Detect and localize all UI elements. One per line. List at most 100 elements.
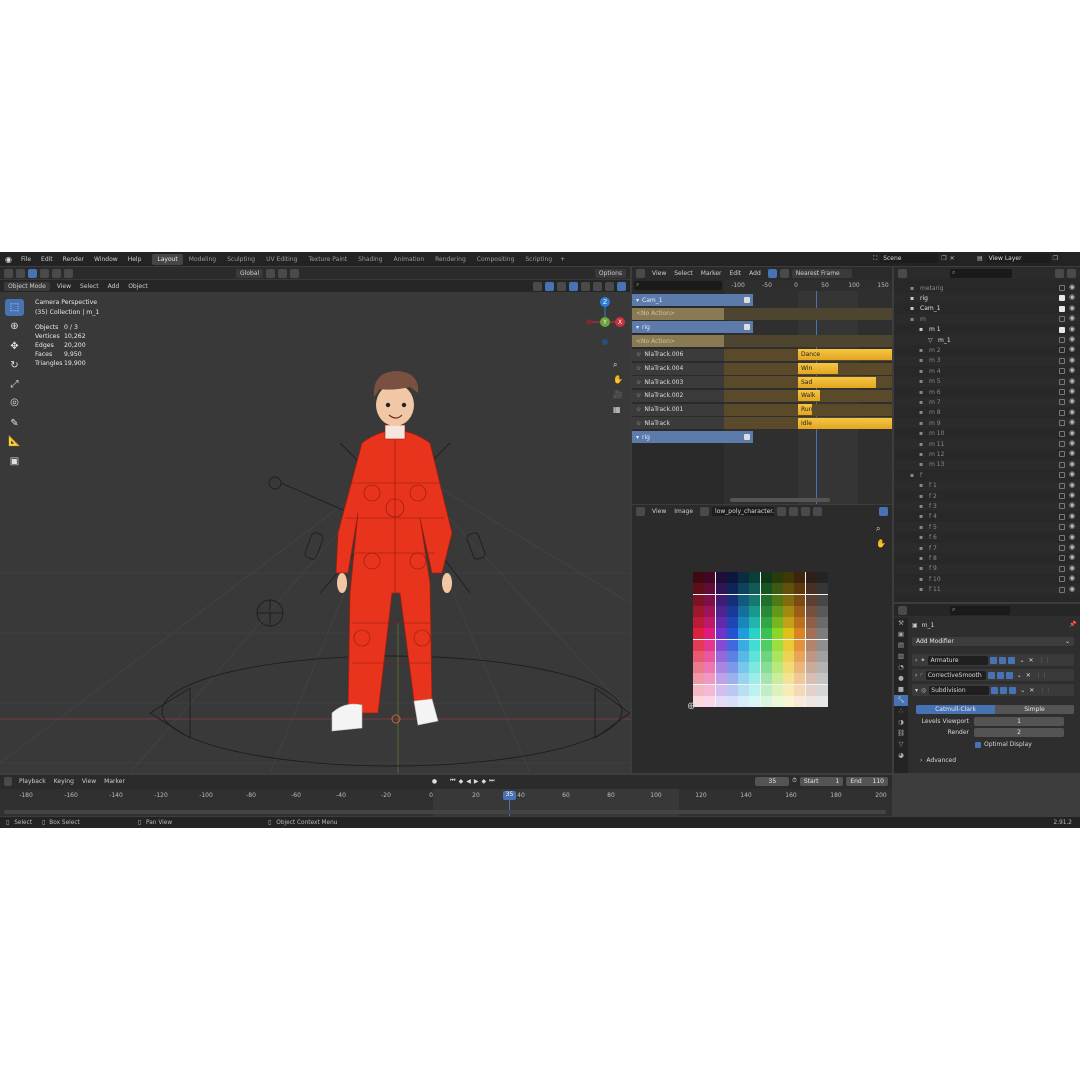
exclude-checkbox[interactable] — [1059, 295, 1065, 302]
view-layer-copy-icon[interactable]: ❐ — [1053, 255, 1058, 262]
outliner-row[interactable]: ▪ m 7 ◉ — [894, 397, 1080, 408]
modifier-name-field[interactable]: Armature — [928, 655, 989, 665]
catmull-clark-button[interactable]: Catmull-Clark — [916, 704, 995, 714]
timeline-current-frame[interactable]: 35 — [503, 791, 516, 800]
workspace-tab-sculpting[interactable]: Sculpting — [222, 254, 260, 265]
modifier-remove-icon[interactable]: ✕ — [1029, 687, 1034, 694]
jump-keyframe-forward-icon[interactable]: ◆ — [481, 778, 486, 785]
shading-material-icon[interactable] — [605, 281, 614, 291]
nla-track-row[interactable]: ▾ rig — [632, 431, 892, 443]
scene-selector[interactable]: ⛶ Scene ❐ ✕ — [873, 254, 955, 263]
viewport-menu-add[interactable]: Add — [104, 282, 124, 291]
exclude-checkbox[interactable] — [1059, 545, 1065, 551]
image-close-icon[interactable] — [813, 506, 823, 516]
image-copy-icon[interactable] — [789, 506, 799, 516]
visibility-eye-icon[interactable]: ◉ — [1069, 418, 1075, 426]
modifier-expand-icon[interactable]: › — [915, 672, 917, 679]
output-tab-icon[interactable]: ▤ — [894, 640, 908, 651]
nla-strip-idle[interactable]: Idle — [798, 417, 892, 429]
visibility-eye-icon[interactable]: ◉ — [1069, 314, 1075, 322]
visibility-icon[interactable] — [533, 281, 542, 291]
menu-help[interactable]: Help — [123, 256, 147, 263]
data-tab-icon[interactable]: ▽ — [894, 739, 908, 750]
record-button-icon[interactable]: ● — [432, 778, 437, 785]
select-mode-invert-icon[interactable] — [64, 268, 73, 278]
nla-horizontal-scrollbar[interactable] — [730, 498, 830, 502]
outliner-row[interactable]: ▪ m 13 ◉ — [894, 459, 1080, 470]
modifier-menu-chevron-icon[interactable]: ⌄ — [1020, 687, 1025, 694]
world-tab-icon[interactable]: ● — [894, 673, 908, 684]
outliner-row[interactable]: ▪ m 12 ◉ — [894, 449, 1080, 459]
timeline-menu-marker[interactable]: Marker — [100, 777, 129, 786]
exclude-checkbox[interactable] — [1059, 399, 1065, 406]
constraints-tab-icon[interactable]: ⛓ — [894, 728, 908, 739]
levels-viewport-field[interactable]: 1 — [974, 717, 1064, 726]
outliner-row[interactable]: ▪ metarig ◉ — [894, 283, 1080, 293]
select-tool-icon[interactable] — [16, 268, 25, 278]
exclude-checkbox[interactable] — [1059, 326, 1065, 333]
exclude-checkbox[interactable] — [1059, 441, 1065, 447]
nla-track-row[interactable]: ☆ NlaTrack.006 Dance — [632, 348, 892, 361]
outliner-row[interactable]: ▪ f 4 ◉ — [894, 512, 1080, 522]
select-mode-subtract-icon[interactable] — [52, 268, 61, 278]
modifier-subdivision[interactable]: ▾ ◎ Subdivision ⌄ ✕ ⋮⋮ — [912, 684, 1074, 696]
optimal-display-checkbox[interactable] — [975, 741, 981, 748]
exclude-checkbox[interactable] — [1059, 409, 1065, 416]
menu-file[interactable]: File — [16, 256, 36, 263]
tool-tab-icon[interactable]: ⚒ — [894, 618, 908, 629]
solo-star-icon[interactable]: ☆ — [636, 365, 641, 372]
nla-track-row[interactable]: ☆ NlaTrack.004 Win — [632, 362, 892, 375]
nla-track-row[interactable]: ☆ NlaTrack.002 Walk — [632, 389, 892, 402]
object-tab-icon[interactable]: ■ — [894, 684, 908, 695]
nla-strip-sad[interactable]: Sad — [798, 376, 876, 388]
image-zoom-icon[interactable]: ⌕ — [876, 521, 886, 536]
shading-wireframe-icon[interactable] — [581, 281, 590, 291]
image-shield-icon[interactable] — [777, 506, 787, 516]
visibility-eye-icon[interactable]: ◉ — [1069, 522, 1075, 530]
modifier-render-toggle-icon[interactable] — [1009, 686, 1017, 694]
outliner-row[interactable]: ▪ f 1 ◉ — [894, 480, 1080, 491]
exclude-checkbox[interactable] — [1059, 357, 1065, 364]
modifier-menu-chevron-icon[interactable]: ⌄ — [1017, 672, 1022, 679]
image-name-field[interactable]: low_poly_character... — [712, 506, 775, 516]
modifier-expand-icon[interactable]: › — [915, 657, 917, 664]
nla-track-row[interactable]: ☆ NlaTrack Idle — [632, 417, 892, 430]
nla-track-row[interactable]: <No Action> — [632, 307, 892, 320]
outliner-row[interactable]: ▪ m ◉ — [894, 314, 1080, 325]
properties-editor[interactable]: ⌕ ⚒ ▣ ▤ ▥ ◔ ● ■ 🔧 ∴ ◑ ⛓ ▽ ◕ ▣ m_1 📌 Add … — [894, 604, 1080, 773]
visibility-eye-icon[interactable]: ◉ — [1069, 304, 1075, 312]
visibility-eye-icon[interactable]: ◉ — [1069, 377, 1075, 385]
visibility-eye-icon[interactable]: ◉ — [1069, 293, 1075, 301]
modifier-edit-mode-toggle-icon[interactable] — [990, 656, 998, 664]
outliner-row[interactable]: ▪ f 7 ◉ — [894, 543, 1080, 553]
options-dropdown[interactable]: Options — [594, 268, 626, 278]
material-tab-icon[interactable]: ◕ — [894, 750, 908, 761]
visibility-eye-icon[interactable]: ◉ — [1069, 345, 1075, 353]
visibility-eye-icon[interactable]: ◉ — [1069, 387, 1075, 395]
modifier-expand-icon[interactable]: ▾ — [915, 687, 918, 694]
snap-icon[interactable] — [278, 268, 288, 278]
jump-end-icon[interactable]: ⏭ — [489, 777, 494, 785]
pin-icon[interactable]: 📌 — [1069, 621, 1076, 628]
end-frame-field[interactable]: End 110 — [846, 776, 888, 786]
nla-menu-edit[interactable]: Edit — [726, 269, 746, 278]
solo-star-icon[interactable]: ☆ — [636, 379, 641, 386]
menu-window[interactable]: Window — [89, 256, 123, 263]
modifier-drag-handle-icon[interactable]: ⋮⋮ — [1039, 687, 1051, 694]
visibility-eye-icon[interactable]: ◉ — [1069, 481, 1075, 489]
outliner-row[interactable]: ▪ rig ◉ — [894, 293, 1080, 304]
stopwatch-icon[interactable]: ⏱ — [792, 777, 797, 785]
nla-strip-dance[interactable]: Dance — [798, 349, 892, 361]
render-tab-icon[interactable]: ▣ — [894, 629, 908, 640]
properties-search-field[interactable]: ⌕ — [950, 605, 1010, 615]
viewport-menu-view[interactable]: View — [53, 282, 75, 291]
blender-logo-icon[interactable]: ◉ — [0, 255, 16, 264]
image-browse-icon[interactable] — [700, 506, 710, 516]
add-workspace-button[interactable]: + — [557, 256, 568, 263]
image-editor[interactable]: View Image low_poly_character... ⌕ ✋ ⊕ — [632, 505, 892, 773]
modifier-armature[interactable]: › ✦ Armature ⌄ ✕ ⋮⋮ — [912, 654, 1074, 666]
nla-filter-icon[interactable] — [779, 268, 789, 278]
exclude-checkbox[interactable] — [1059, 534, 1065, 541]
visibility-eye-icon[interactable]: ◉ — [1069, 574, 1075, 582]
solo-star-icon[interactable]: ☆ — [636, 351, 641, 358]
